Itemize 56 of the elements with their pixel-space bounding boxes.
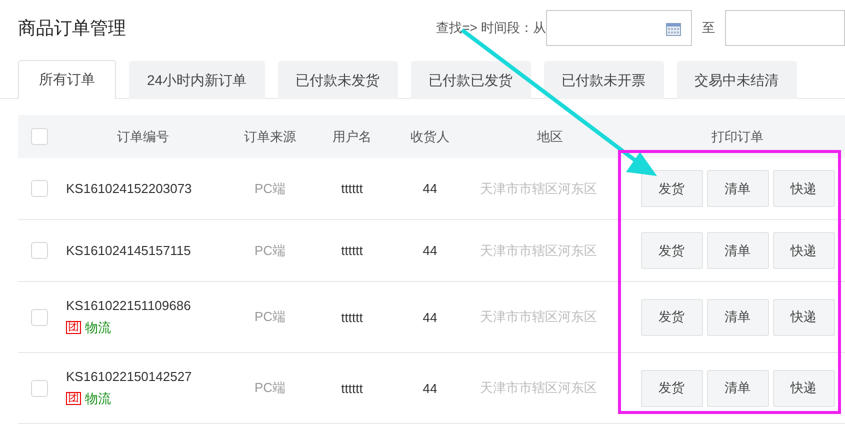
checkbox[interactable] (30, 180, 48, 197)
table-cell: 44 (422, 380, 438, 396)
table-cell: tttttt (341, 310, 363, 324)
calendar-icon[interactable] (666, 22, 681, 36)
action-button[interactable]: 快递 (772, 232, 834, 269)
order-number: KS161024152203073 (66, 181, 192, 196)
column-header: 地区 (537, 128, 563, 146)
table-cell: tttttt (341, 243, 363, 258)
action-button[interactable]: 清单 (706, 232, 768, 269)
column-header: 打印订单 (712, 128, 764, 146)
column-header: 收货人 (410, 128, 450, 146)
table-cell: 天津市市辖区河东区 (480, 180, 597, 198)
checkbox[interactable] (30, 380, 48, 396)
order-number: KS161024145157115 (66, 243, 191, 258)
page-title: 商品订单管理 (18, 17, 127, 40)
tab[interactable]: 24小时内新订单 (129, 61, 265, 99)
tab[interactable]: 所有订单 (18, 60, 116, 99)
tab[interactable]: 已付款已发货 (410, 61, 531, 99)
action-button[interactable]: 发货 (640, 170, 702, 207)
table-cell: 44 (422, 310, 438, 324)
column-header: 订单编号 (117, 128, 169, 146)
table-cell: tttttt (341, 181, 363, 196)
table-cell: 天津市市辖区河东区 (480, 308, 597, 326)
order-number: KS161022150142527 (66, 368, 192, 384)
table-cell: 44 (422, 181, 438, 196)
action-button[interactable]: 发货 (640, 232, 702, 269)
action-button[interactable]: 快递 (772, 298, 834, 336)
action-button[interactable]: 发货 (640, 298, 702, 336)
checkbox[interactable] (30, 128, 48, 145)
action-button[interactable]: 发货 (640, 370, 702, 406)
range-separator: 至 (702, 19, 715, 37)
checkbox[interactable] (30, 308, 48, 326)
logistics-label: 物流 (85, 390, 111, 408)
table-cell: PC端 (254, 308, 286, 326)
checkbox[interactable] (30, 242, 48, 259)
tab[interactable]: 已付款未发货 (278, 61, 398, 99)
action-button[interactable]: 快递 (772, 170, 834, 207)
table-cell: tttttt (341, 380, 363, 396)
logistics-label: 物流 (85, 318, 111, 336)
table-cell: 天津市市辖区河东区 (480, 379, 597, 397)
action-button[interactable]: 清单 (706, 298, 768, 336)
action-button[interactable]: 清单 (706, 170, 768, 207)
date-field[interactable] (546, 10, 692, 46)
action-button[interactable]: 快递 (772, 370, 834, 406)
column-header: 订单来源 (244, 128, 296, 146)
date-field[interactable] (725, 10, 845, 46)
table-cell: PC端 (254, 180, 286, 198)
table-cell: 44 (422, 243, 438, 258)
table-cell: PC端 (254, 379, 286, 397)
tab[interactable]: 交易中未结清 (676, 61, 797, 99)
order-number: KS161022151109686 (66, 298, 191, 312)
table-cell: 天津市市辖区河东区 (480, 242, 597, 260)
table-cell: PC端 (254, 242, 286, 260)
action-button[interactable]: 清单 (706, 370, 768, 406)
column-header: 用户名 (332, 128, 372, 146)
tab[interactable]: 已付款未开票 (544, 61, 664, 99)
